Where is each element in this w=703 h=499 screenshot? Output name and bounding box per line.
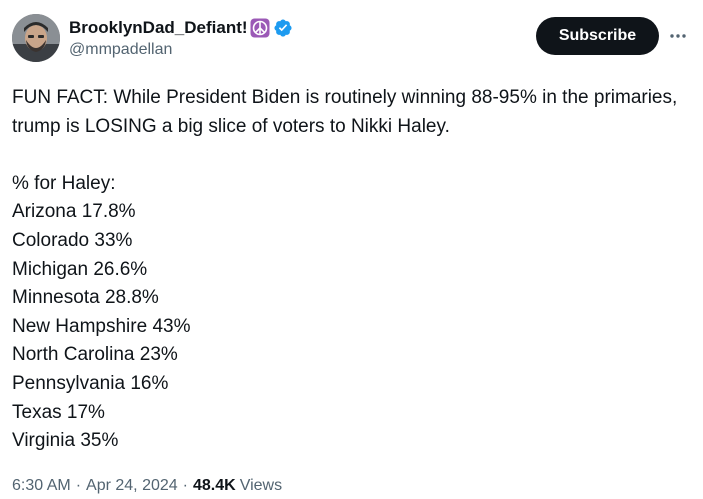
verified-icon[interactable] — [273, 18, 293, 38]
result-value: 17% — [66, 401, 105, 423]
tweet-intro: FUN FACT: While President Biden is routi… — [12, 87, 678, 137]
result-value: 43% — [152, 315, 191, 337]
display-name-row: BrooklynDad_Defiant! — [69, 16, 293, 40]
result-value: 35% — [80, 430, 119, 452]
result-state: New Hampshire — [12, 315, 148, 337]
display-name[interactable]: BrooklynDad_Defiant! — [69, 18, 248, 38]
author-info: BrooklynDad_Defiant! @mmpadellan — [69, 16, 293, 59]
result-line: Arizona 17.8% — [12, 198, 691, 227]
views-count: 48.4K — [192, 477, 236, 494]
result-state: Virginia — [12, 430, 76, 452]
avatar[interactable] — [12, 14, 60, 62]
subscribe-button[interactable]: Subscribe — [536, 17, 659, 55]
tweet-post: BrooklynDad_Defiant! @mmpadellan Subscri… — [0, 0, 703, 499]
tweet-header: BrooklynDad_Defiant! @mmpadellan Subscri… — [12, 14, 691, 66]
result-state: Texas — [12, 401, 62, 423]
result-line: Virginia 35% — [12, 427, 691, 456]
result-line: Minnesota 28.8% — [12, 284, 691, 313]
result-line: Texas 17% — [12, 399, 691, 428]
result-state: North Carolina — [12, 344, 135, 366]
result-value: 23% — [139, 344, 178, 366]
views-label: Views — [239, 477, 283, 494]
tweet-text: FUN FACT: While President Biden is routi… — [12, 84, 691, 456]
result-line: North Carolina 23% — [12, 341, 691, 370]
result-value: 16% — [130, 372, 169, 394]
result-line: Michigan 26.6% — [12, 256, 691, 285]
result-value: 26.6% — [93, 258, 148, 280]
meta-separator: · — [75, 477, 82, 494]
result-state: Arizona — [12, 201, 77, 223]
peace-symbol-icon — [250, 18, 270, 38]
result-state: Colorado — [12, 229, 90, 251]
result-state: Michigan — [12, 258, 89, 280]
result-line: Colorado 33% — [12, 227, 691, 256]
result-line: Pennsylvania 16% — [12, 370, 691, 399]
author-handle[interactable]: @mmpadellan — [69, 41, 293, 59]
meta-separator: · — [182, 477, 188, 494]
result-value: 28.8% — [104, 287, 159, 309]
result-state: Pennsylvania — [12, 372, 126, 394]
post-date[interactable]: Apr 24, 2024 — [86, 477, 178, 495]
result-state: Minnesota — [12, 287, 100, 309]
post-time[interactable]: 6:30 AM — [12, 477, 71, 495]
results-list: Arizona 17.8% Colorado 33% Michigan 26.6% M… — [12, 198, 691, 455]
more-options-button[interactable] — [666, 24, 690, 48]
avatar-image — [12, 14, 60, 62]
more-horizontal-icon — [670, 34, 686, 38]
list-heading: % for Haley: — [12, 172, 116, 194]
result-value: 33% — [94, 229, 133, 251]
result-line: New Hampshire 43% — [12, 313, 691, 342]
result-value: 17.8% — [81, 201, 136, 223]
tweet-meta: 6:30 AM · Apr 24, 2024 · 48.4K Views — [12, 477, 282, 495]
